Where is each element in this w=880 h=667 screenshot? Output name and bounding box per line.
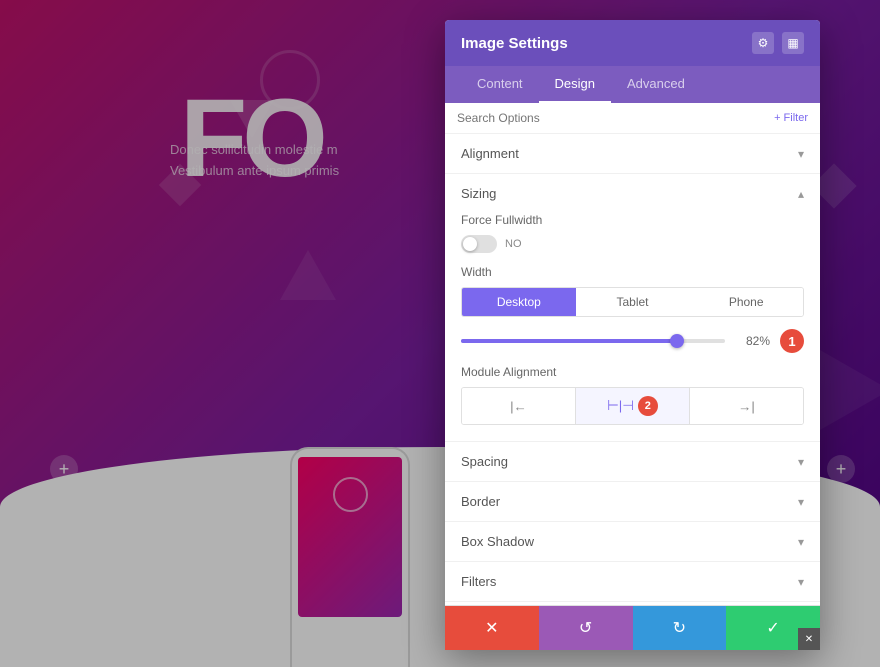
- filters-section-title: Filters: [461, 574, 496, 589]
- cancel-button[interactable]: ✕: [445, 606, 539, 650]
- slider-fill: [461, 339, 677, 343]
- modal-footer: ✕ ↺ ↻ ✓ ✕: [445, 605, 820, 650]
- sizing-section-body: Force Fullwidth NO Width Desktop Tablet …: [445, 213, 820, 441]
- border-section-title: Border: [461, 494, 500, 509]
- sizing-section-header[interactable]: Sizing ▴: [445, 174, 820, 213]
- slider-thumb: [670, 334, 684, 348]
- border-chevron-icon: ▾: [798, 495, 804, 509]
- tab-design[interactable]: Design: [539, 66, 611, 103]
- align-right-button[interactable]: →|: [690, 388, 803, 424]
- tab-advanced[interactable]: Advanced: [611, 66, 701, 103]
- layout-icon[interactable]: ▦: [782, 32, 804, 54]
- settings-icon[interactable]: ⚙: [752, 32, 774, 54]
- box-shadow-section-header[interactable]: Box Shadow ▾: [445, 522, 820, 561]
- toggle-row: NO: [461, 235, 804, 253]
- align-left-icon: |←: [510, 399, 527, 414]
- modal-header-icons: ⚙ ▦: [752, 32, 804, 54]
- module-alignment-buttons: |← ⊢|⊣ 2 →|: [461, 387, 804, 425]
- align-left-button[interactable]: |←: [462, 388, 576, 424]
- toggle-knob: [463, 237, 477, 251]
- slider-value: 82%: [735, 334, 770, 348]
- box-shadow-section: Box Shadow ▾: [445, 522, 820, 562]
- sizing-section-title: Sizing: [461, 186, 496, 201]
- width-slider[interactable]: [461, 339, 725, 343]
- force-fullwidth-toggle[interactable]: [461, 235, 497, 253]
- image-settings-modal: Image Settings ⚙ ▦ Content Design Advanc…: [445, 20, 820, 650]
- redo-button[interactable]: ↻: [633, 606, 727, 650]
- align-center-button[interactable]: ⊢|⊣ 2: [576, 388, 690, 424]
- alignment-chevron-icon: ▾: [798, 147, 804, 161]
- modal-content: Alignment ▾ Sizing ▴ Force Fullwidth NO: [445, 134, 820, 605]
- undo-button[interactable]: ↺: [539, 606, 633, 650]
- filter-button[interactable]: + Filter: [774, 112, 808, 124]
- sizing-chevron-icon: ▴: [798, 187, 804, 201]
- tab-content[interactable]: Content: [461, 66, 539, 103]
- alignment-section: Alignment ▾: [445, 134, 820, 174]
- device-tab-phone[interactable]: Phone: [689, 288, 803, 316]
- search-input[interactable]: [457, 111, 774, 125]
- spacing-section-title: Spacing: [461, 454, 508, 469]
- search-bar: + Filter: [445, 103, 820, 134]
- force-fullwidth-label: Force Fullwidth: [461, 213, 804, 227]
- badge-2: 2: [638, 396, 658, 416]
- spacing-chevron-icon: ▾: [798, 455, 804, 469]
- modal-tabs: Content Design Advanced: [445, 66, 820, 103]
- badge-1: 1: [780, 329, 804, 353]
- modal-header: Image Settings ⚙ ▦: [445, 20, 820, 66]
- align-right-icon: →|: [738, 399, 755, 414]
- alignment-section-title: Alignment: [461, 146, 519, 161]
- filters-section: Filters ▾: [445, 562, 820, 602]
- sizing-section: Sizing ▴ Force Fullwidth NO Width Deskto…: [445, 174, 820, 442]
- filters-section-header[interactable]: Filters ▾: [445, 562, 820, 601]
- device-tabs: Desktop Tablet Phone: [461, 287, 804, 317]
- width-label: Width: [461, 265, 804, 279]
- spacing-section-header[interactable]: Spacing ▾: [445, 442, 820, 481]
- border-section-header[interactable]: Border ▾: [445, 482, 820, 521]
- spacing-section: Spacing ▾: [445, 442, 820, 482]
- toggle-label: NO: [505, 238, 522, 250]
- filters-chevron-icon: ▾: [798, 575, 804, 589]
- width-slider-row: 82% 1: [461, 329, 804, 353]
- align-center-icon: ⊢|⊣: [607, 398, 634, 414]
- border-section: Border ▾: [445, 482, 820, 522]
- box-shadow-chevron-icon: ▾: [798, 535, 804, 549]
- device-tab-tablet[interactable]: Tablet: [576, 288, 690, 316]
- close-button[interactable]: ✕: [798, 628, 820, 650]
- modal-title: Image Settings: [461, 35, 568, 52]
- box-shadow-section-title: Box Shadow: [461, 534, 534, 549]
- device-tab-desktop[interactable]: Desktop: [462, 288, 576, 316]
- module-alignment-label: Module Alignment: [461, 365, 804, 379]
- alignment-section-header[interactable]: Alignment ▾: [445, 134, 820, 173]
